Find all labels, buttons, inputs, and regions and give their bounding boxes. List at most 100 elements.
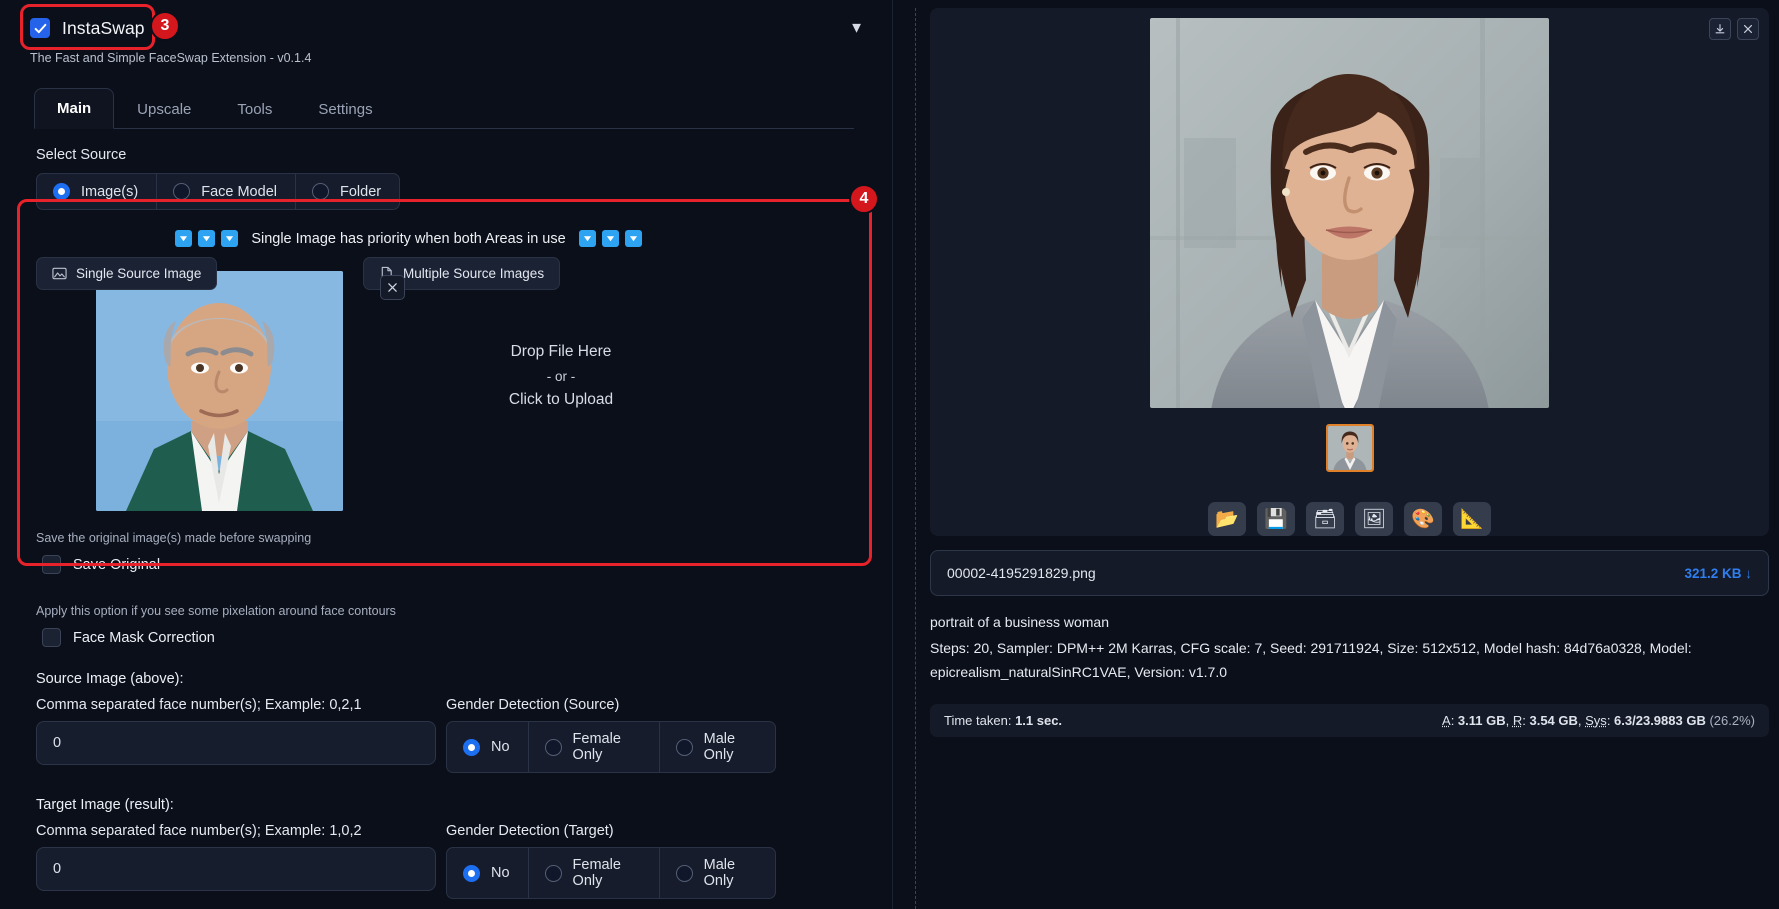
mem-sys-value: 6.3/23.9883 GB <box>1614 713 1706 729</box>
save-original-helper: Save the original image(s) made before s… <box>36 531 312 545</box>
gender-option-label: Male Only <box>703 857 736 889</box>
tab-settings[interactable]: Settings <box>295 89 395 129</box>
artist-palette-icon[interactable]: 🎨 <box>1404 502 1442 536</box>
download-arrow-icon: ↓ <box>1745 565 1752 581</box>
source-face-numbers-input[interactable] <box>36 721 436 765</box>
params-line-2: epicrealism_naturalSinRC1VAE, Version: v… <box>930 664 1228 681</box>
right-panel: 📂 💾 🗃 🖼 🎨 📐 00002-4195291829.png 321.2 K… <box>893 0 1779 909</box>
instaswap-enable-checkbox[interactable] <box>30 18 50 38</box>
target-face-numbers-label: Comma separated face number(s); Example:… <box>36 823 362 839</box>
tab-main[interactable]: Main <box>34 88 115 129</box>
triangle-down-icon[interactable] <box>624 230 642 247</box>
source-image-thumbnail[interactable] <box>96 271 343 511</box>
source-gender-female-only[interactable]: Female Only <box>528 721 660 773</box>
mem-sys-label: Sys <box>1585 713 1607 729</box>
source-gender-no[interactable]: No <box>446 721 529 773</box>
file-drop-zone[interactable]: Drop File Here - or - Click to Upload <box>341 343 781 409</box>
mem-r-value: 3.54 GB <box>1529 713 1578 729</box>
radio-icon <box>311 183 329 200</box>
download-icon[interactable] <box>1709 18 1731 40</box>
target-gender-male-only[interactable]: Male Only <box>659 847 776 899</box>
checkbox-icon <box>42 555 61 574</box>
close-icon[interactable] <box>1737 18 1759 40</box>
priority-text: Single Image has priority when both Area… <box>251 230 566 247</box>
source-face-photo <box>96 271 343 511</box>
target-gender-detection-label: Gender Detection (Target) <box>446 823 614 839</box>
chevron-down-icon[interactable]: ▼ <box>849 20 864 37</box>
source-option-folder[interactable]: Folder <box>295 173 401 210</box>
mem-a-label: A <box>1442 713 1451 729</box>
tab-label: Multiple Source Images <box>403 266 545 281</box>
tab-label: Single Source Image <box>76 266 202 281</box>
tab-single-source-image[interactable]: Single Source Image <box>36 257 218 290</box>
gallery-thumbnail[interactable] <box>1325 424 1374 472</box>
extension-title: InstaSwap <box>62 17 145 38</box>
memory-stats: A: 3.11 GB, R: 3.54 GB, Sys: 6.3/23.9883… <box>1442 713 1755 729</box>
result-image[interactable] <box>1150 18 1549 408</box>
annotation-badge-4: 4 <box>849 184 879 214</box>
save-original-checkbox[interactable]: Save Original <box>42 555 892 574</box>
instaswap-header[interactable]: InstaSwap ▼ <box>0 0 892 56</box>
result-action-toolbar: 📂 💾 🗃 🖼 🎨 📐 <box>1208 502 1491 536</box>
gallery-thumbnail-strip <box>1325 424 1374 472</box>
triangle-down-icon[interactable] <box>221 230 239 247</box>
gender-option-label: No <box>491 739 510 755</box>
face-mask-correction-checkbox[interactable]: Face Mask Correction <box>42 628 892 647</box>
time-taken-value: 1.1 sec. <box>1015 713 1063 729</box>
checkbox-icon <box>42 628 61 647</box>
annotation-badge-3: 3 <box>150 11 180 41</box>
source-option-images[interactable]: Image(s) <box>36 173 158 210</box>
result-file-row: 00002-4195291829.png 321.2 KB ↓ <box>930 550 1769 596</box>
triangle-down-icon[interactable] <box>578 230 596 247</box>
status-bar: Time taken: 1.1 sec. A: 3.11 GB, R: 3.54… <box>930 704 1769 738</box>
generation-parameters: portrait of a business woman Steps: 20, … <box>930 610 1769 684</box>
triangle-down-icon[interactable] <box>601 230 619 247</box>
target-gender-no[interactable]: No <box>446 847 529 899</box>
gender-option-label: Female Only <box>572 731 621 763</box>
triangle-down-icon[interactable] <box>175 230 193 247</box>
gender-option-label: Male Only <box>703 731 736 763</box>
framed-picture-icon[interactable]: 🖼 <box>1355 502 1393 536</box>
target-gender-female-only[interactable]: Female Only <box>528 847 660 899</box>
source-image-area: Single Image has priority when both Area… <box>36 230 781 519</box>
face-mask-helper: Apply this option if you see some pixela… <box>36 604 396 618</box>
file-size-text: 321.2 KB <box>1684 565 1742 581</box>
radio-icon <box>675 738 693 756</box>
tab-upscale[interactable]: Upscale <box>114 89 214 129</box>
gender-option-label: Female Only <box>572 857 621 889</box>
result-file-size-download-link[interactable]: 321.2 KB ↓ <box>1684 566 1752 581</box>
triangular-ruler-icon[interactable]: 📐 <box>1453 502 1491 536</box>
source-gender-male-only[interactable]: Male Only <box>659 721 776 773</box>
tab-tools[interactable]: Tools <box>214 89 295 129</box>
result-photo <box>1150 18 1549 408</box>
card-file-box-icon[interactable]: 🗃 <box>1306 502 1344 536</box>
open-folder-icon[interactable]: 📂 <box>1208 502 1246 536</box>
params-line-1: Steps: 20, Sampler: DPM++ 2M Karras, CFG… <box>930 640 1692 657</box>
priority-notice: Single Image has priority when both Area… <box>36 230 781 247</box>
mem-r-label: R <box>1512 713 1523 729</box>
clear-source-image-button[interactable] <box>380 275 405 300</box>
target-face-numbers-input[interactable] <box>36 847 436 891</box>
result-file-name: 00002-4195291829.png <box>947 565 1096 581</box>
select-source-radio-group: Image(s) Face Model Folder <box>36 173 892 210</box>
radio-icon <box>544 738 562 756</box>
save-floppy-icon[interactable]: 💾 <box>1257 502 1295 536</box>
source-option-face-model[interactable]: Face Model <box>157 173 296 210</box>
drop-or-text: - or - <box>546 369 576 384</box>
mem-sys-percent: (26.2%) <box>1709 713 1755 729</box>
drop-file-here-text: Drop File Here <box>510 343 612 360</box>
radio-icon <box>463 864 480 882</box>
prompt-text: portrait of a business woman <box>930 614 1109 630</box>
face-mask-label: Face Mask Correction <box>73 629 215 646</box>
radio-icon <box>675 864 693 882</box>
time-taken: Time taken: 1.1 sec. <box>944 713 1062 728</box>
source-option-label: Folder <box>339 183 382 200</box>
thumbnail-photo <box>1327 426 1372 470</box>
radio-icon <box>173 183 191 200</box>
instaswap-app: InstaSwap ▼ The Fast and Simple FaceSwap… <box>0 0 1779 909</box>
main-tab-bar: Main Upscale Tools Settings <box>34 87 854 129</box>
close-icon <box>388 283 397 292</box>
left-panel: InstaSwap ▼ The Fast and Simple FaceSwap… <box>0 0 893 909</box>
triangle-down-icon[interactable] <box>198 230 216 247</box>
click-to-upload-text: Click to Upload <box>508 391 614 408</box>
